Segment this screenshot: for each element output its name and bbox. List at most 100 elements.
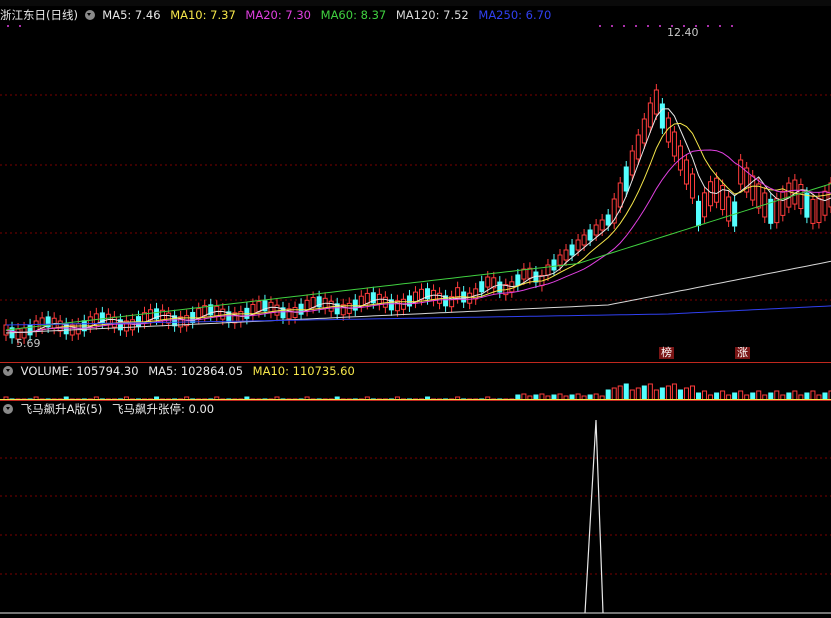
legend-ma60: MA60: 8.37 [320, 8, 387, 22]
candle-body [605, 214, 611, 226]
volume-bar [629, 389, 635, 400]
candle-body [816, 198, 822, 224]
ma10-line [5, 122, 831, 333]
signal-dot [623, 25, 625, 27]
signal-dot [7, 25, 9, 27]
candle-body [581, 234, 587, 246]
candle-body [635, 134, 641, 160]
legend-indicator-name: 飞马飙升A版(5) [20, 402, 103, 416]
candle-body [419, 288, 425, 300]
candle-body [629, 150, 635, 176]
ma20-line [5, 149, 831, 333]
volume-bar [659, 387, 665, 400]
price-legend: 浙江东日(日线) MA5: 7.46 MA10: 7.37 MA20: 7.30… [0, 7, 557, 24]
candle-body [780, 190, 786, 216]
volume-bar [786, 392, 792, 400]
candle-body [696, 200, 702, 226]
candle-body [166, 312, 172, 324]
candle-body [786, 182, 792, 208]
candle-body [250, 303, 256, 315]
signal-dot [635, 25, 637, 27]
legend-indicator-value: 飞马飙升张停: 0.00 [111, 402, 215, 416]
signal-dot [611, 25, 613, 27]
candle-body [804, 192, 810, 218]
candle-body [774, 198, 780, 224]
volume-bar [689, 385, 696, 400]
price-low-label: 5.69 [16, 337, 41, 350]
marker-bang[interactable]: 榜 [659, 347, 674, 359]
candle-body [298, 303, 304, 315]
candle-body [593, 224, 599, 236]
candle-body [683, 159, 689, 185]
candle-body [689, 173, 696, 199]
signal-dot [731, 25, 733, 27]
volume-bar [756, 390, 762, 400]
candle-body [587, 229, 593, 241]
candlestick-chart[interactable] [0, 25, 831, 363]
ma60-line [5, 183, 831, 331]
volume-chart[interactable] [0, 380, 831, 400]
volume-bar [623, 383, 629, 400]
candle-body [551, 259, 557, 271]
candle-body [810, 198, 816, 224]
signal-dot [707, 25, 709, 27]
candle-body [756, 183, 762, 209]
candle-body [27, 324, 33, 336]
candle-body [563, 249, 569, 261]
volume-bar [605, 389, 611, 400]
indicator-legend: 飞马飙升A版(5) 飞马飙升张停: 0.00 [0, 401, 220, 418]
candle-body [798, 184, 804, 210]
candle-body [708, 181, 714, 207]
candle-body [274, 304, 280, 316]
candle-body [455, 287, 461, 299]
indicator-chart[interactable] [0, 418, 831, 618]
legend-vol-ma5: MA5: 102864.05 [148, 364, 244, 378]
candle-body [148, 309, 154, 321]
candle-body [412, 291, 419, 303]
volume-bar [653, 389, 659, 400]
candle-body [304, 299, 310, 311]
signal-dot [719, 25, 721, 27]
volume-bar [768, 392, 774, 400]
signal-dot [647, 25, 649, 27]
candle-body [569, 244, 575, 256]
candle-body [220, 308, 226, 320]
volume-bar [792, 390, 798, 400]
legend-volume: VOLUME: 105794.30 [20, 364, 139, 378]
candle-body [57, 320, 63, 332]
legend-ma5: MA5: 7.46 [102, 8, 161, 22]
volume-bar [683, 387, 689, 400]
candle-body [659, 103, 665, 129]
price-high-label: 12.40 [667, 26, 699, 39]
candle-body [714, 177, 720, 203]
candle-body [479, 281, 485, 293]
volume-bar [732, 392, 738, 400]
candle-body [527, 267, 533, 279]
stock-name: 浙江东日(日线) [0, 8, 78, 22]
candle-body [617, 182, 623, 208]
candle-body [599, 219, 605, 231]
candle-body [352, 299, 358, 311]
candle-body [557, 254, 563, 266]
candle-body [467, 292, 473, 304]
volume-bar [641, 385, 647, 400]
indicator-toggle-icon[interactable] [3, 404, 13, 414]
legend-ma250: MA250: 6.70 [478, 8, 552, 22]
candle-body [111, 316, 117, 328]
candle-body [641, 118, 647, 144]
volume-bar [665, 385, 671, 400]
marker-zhang[interactable]: 涨 [735, 347, 750, 359]
candle-body [671, 131, 677, 157]
candle-body [726, 196, 732, 222]
volume-bar [696, 392, 702, 400]
volume-bar [714, 392, 720, 400]
volume-bar [720, 390, 726, 400]
candle-body [702, 192, 708, 218]
candle-body [738, 159, 744, 185]
legend-toggle-icon[interactable] [84, 10, 95, 20]
ma5-line [5, 108, 831, 333]
volume-bar [702, 390, 708, 400]
volume-bar [804, 392, 810, 400]
volume-toggle-icon[interactable] [3, 366, 13, 376]
candle-body [647, 102, 653, 128]
